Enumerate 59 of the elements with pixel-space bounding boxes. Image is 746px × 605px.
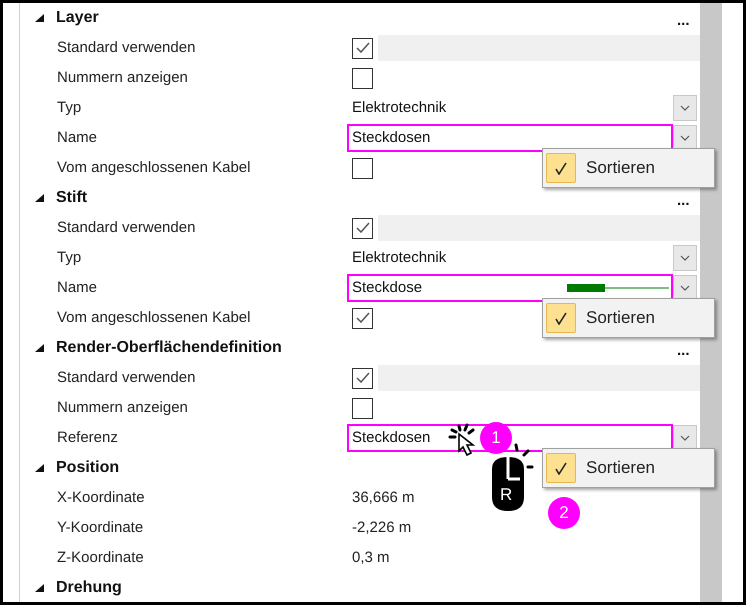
chevron-down-icon: [680, 135, 690, 141]
property-value: -2,226 m: [351, 518, 412, 538]
checkbox[interactable]: [352, 218, 373, 238]
property-label: Standard verwenden: [57, 369, 196, 386]
property-label: X-Koordinate: [57, 489, 145, 506]
collapse-triangle-icon[interactable]: [34, 463, 44, 473]
property-label: Standard verwenden: [57, 219, 196, 236]
property-label: Name: [57, 279, 98, 296]
property-label: Vom angeschlossenen Kabel: [57, 309, 250, 326]
chevron-down-icon: [680, 255, 690, 261]
section-header: Position: [56, 458, 120, 478]
checkbox[interactable]: [352, 158, 373, 178]
checkbox[interactable]: [352, 398, 373, 418]
checkbox[interactable]: [352, 38, 373, 58]
check-icon: [356, 312, 370, 324]
section-header: Layer: [56, 8, 99, 28]
step-badge: 2: [548, 497, 580, 529]
checkbox[interactable]: [352, 68, 373, 88]
checkbox[interactable]: [352, 308, 373, 328]
dropdown-field[interactable]: Elektrotechnik: [347, 244, 673, 272]
dropdown-field[interactable]: Elektrotechnik: [347, 94, 673, 122]
property-label: Name: [57, 129, 98, 146]
check-icon: [356, 42, 370, 54]
menu-item[interactable]: Sortieren: [586, 455, 655, 481]
property-value: 0,3 m: [351, 548, 390, 568]
check-icon: [555, 312, 567, 324]
chevron-down-icon: [680, 435, 690, 441]
property-label: Z-Koordinate: [57, 549, 144, 566]
property-value: 36,666 m: [351, 488, 415, 508]
section-header: Drehung: [56, 578, 122, 598]
chevron-down-icon: [680, 105, 690, 111]
property-label: Vom angeschlossenen Kabel: [57, 159, 250, 176]
property-label: Typ: [57, 249, 82, 266]
property-label: Nummern anzeigen: [57, 69, 188, 86]
check-icon: [555, 162, 567, 174]
check-icon: [555, 462, 567, 474]
property-label: Referenz: [57, 429, 118, 446]
step-badge: 1: [480, 422, 512, 454]
section-header: Stift: [56, 188, 88, 208]
section-header: Render-Oberflächendefinition: [56, 338, 282, 358]
collapse-triangle-icon[interactable]: [34, 193, 44, 203]
menu-item[interactable]: Sortieren: [586, 155, 655, 181]
collapse-triangle-icon[interactable]: [34, 583, 44, 593]
mouse-button-label: R: [500, 486, 512, 503]
property-label: Nummern anzeigen: [57, 399, 188, 416]
menu-item[interactable]: Sortieren: [586, 305, 655, 331]
check-icon: [356, 372, 370, 384]
check-icon: [356, 222, 370, 234]
more-options-button[interactable]: ...: [677, 13, 690, 28]
line-style-swatch-icon: [567, 282, 669, 294]
checkbox[interactable]: [352, 368, 373, 388]
property-label: Typ: [57, 99, 82, 116]
chevron-down-icon: [680, 285, 690, 291]
more-options-button[interactable]: ...: [677, 343, 690, 358]
property-label: Standard verwenden: [57, 39, 196, 56]
more-options-button[interactable]: ...: [677, 193, 690, 208]
collapse-triangle-icon[interactable]: [34, 343, 44, 353]
property-label: Y-Koordinate: [57, 519, 144, 536]
collapse-triangle-icon[interactable]: [34, 13, 44, 23]
